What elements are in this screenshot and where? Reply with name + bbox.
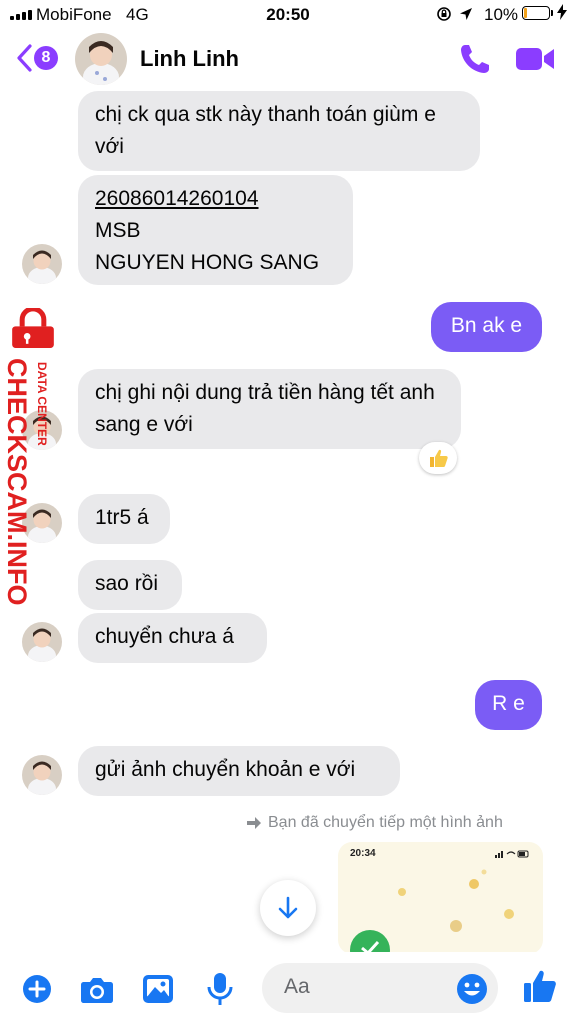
forward-arrow-icon	[247, 817, 261, 829]
camera-icon[interactable]	[80, 974, 114, 1004]
message-bubble-outgoing[interactable]: Bn ak e	[431, 302, 542, 352]
thumbs-up-reaction-icon	[430, 449, 448, 467]
chevron-left-icon	[17, 44, 32, 72]
bank-name: MSB	[95, 219, 141, 242]
contact-avatar[interactable]	[75, 33, 127, 85]
battery-percent: 10%	[484, 5, 519, 24]
contact-name[interactable]: Linh Linh	[140, 46, 239, 72]
message-text: chuyển chưa á	[95, 625, 234, 648]
composer-bar: Aa	[0, 952, 576, 1024]
plus-icon[interactable]	[22, 974, 52, 1004]
forward-note-text: Bạn đã chuyển tiếp một hình ảnh	[268, 814, 503, 831]
unread-count-badge: 8	[34, 46, 58, 70]
checkscam-watermark-lock	[12, 308, 54, 348]
watermark-tag: DATA CENTER	[35, 362, 49, 446]
microphone-icon[interactable]	[206, 972, 234, 1006]
message-bubble-incoming[interactable]: 1tr5 á	[78, 494, 170, 544]
status-bar: MobiFone 4G 20:50 10%	[0, 0, 576, 30]
scroll-to-bottom-button[interactable]	[260, 880, 316, 936]
sender-avatar[interactable]	[22, 244, 62, 284]
message-bubble-incoming[interactable]: chị ck qua stk này thanh toán giùm e với	[78, 91, 480, 171]
sender-avatar[interactable]	[22, 622, 62, 662]
conversation-header: 8 Linh Linh	[0, 30, 576, 88]
arrow-down-icon	[278, 896, 298, 919]
image-coins-decoration	[350, 869, 514, 954]
message-bubble-incoming[interactable]: sao rồi	[78, 560, 182, 610]
watermark-brand: CHECKSCAM.INFO	[2, 358, 32, 606]
message-text: R e	[492, 692, 525, 715]
forwarded-image[interactable]: 20:34	[338, 842, 543, 954]
phone-icon[interactable]	[458, 42, 492, 76]
forward-note: Bạn đã chuyển tiếp một hình ảnh	[246, 814, 503, 832]
rotation-lock-icon	[437, 7, 451, 21]
message-text: sao rồi	[95, 572, 159, 595]
message-input-placeholder: Aa	[284, 975, 310, 998]
message-bubble-incoming[interactable]: 26086014260104 MSB NGUYEN HONG SANG	[78, 175, 353, 285]
message-text: chị ghi nội dung trả tiền hàng tết anh s…	[95, 381, 435, 436]
message-text: chị ck qua stk này thanh toán giùm e với	[95, 103, 436, 158]
battery-icon	[522, 6, 550, 20]
message-text: Bn ak e	[450, 314, 523, 337]
charging-bolt-icon	[557, 4, 567, 20]
battery-tip	[551, 10, 553, 16]
message-text: 1tr5 á	[95, 506, 149, 529]
reaction-badge[interactable]	[419, 442, 457, 474]
video-camera-icon[interactable]	[514, 44, 556, 74]
account-number-link[interactable]: 26086014260104	[95, 183, 336, 215]
like-thumbs-up-icon[interactable]	[522, 968, 558, 1004]
message-bubble-incoming[interactable]: chị ghi nội dung trả tiền hàng tết anh s…	[78, 369, 461, 449]
location-arrow-icon	[460, 8, 472, 20]
back-button[interactable]: 8	[14, 40, 66, 76]
message-bubble-incoming[interactable]: gửi ảnh chuyển khoản e với	[78, 746, 400, 796]
account-holder-name: NGUYEN HONG SANG	[95, 251, 320, 274]
emoji-icon[interactable]	[456, 973, 488, 1005]
message-bubble-outgoing[interactable]: R e	[475, 680, 542, 730]
message-bubble-incoming[interactable]: chuyển chưa á	[78, 613, 267, 663]
message-text: gửi ảnh chuyển khoản e với	[95, 758, 356, 781]
message-input[interactable]: Aa	[262, 963, 498, 1013]
sender-avatar[interactable]	[22, 755, 62, 795]
gallery-icon[interactable]	[142, 974, 174, 1004]
